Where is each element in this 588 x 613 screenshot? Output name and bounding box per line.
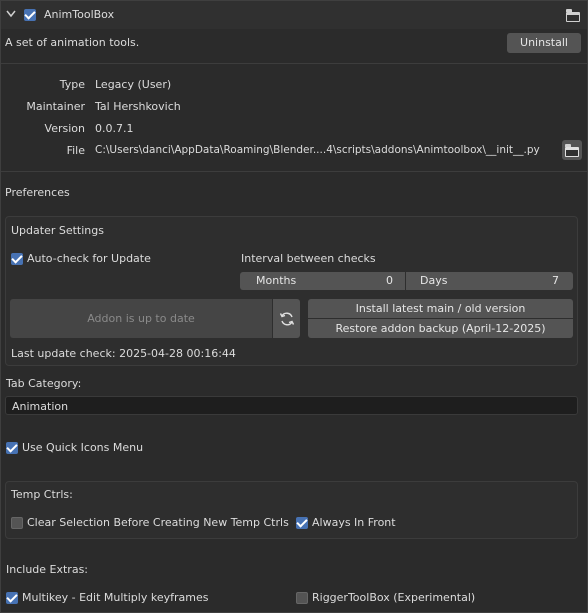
update-status-button: Addon is up to date: [10, 299, 272, 338]
tab-category-label: Tab Category:: [6, 377, 82, 390]
clear-selection-label[interactable]: Clear Selection Before Creating New Temp…: [27, 516, 289, 529]
preferences-heading: Preferences: [5, 186, 70, 199]
folder-icon[interactable]: [566, 9, 580, 22]
interval-label: Interval between checks: [241, 252, 376, 265]
check-now-button[interactable]: [273, 299, 300, 338]
uninstall-button[interactable]: Uninstall: [507, 33, 581, 53]
days-label: Days: [420, 274, 448, 287]
extras-title: Include Extras:: [6, 563, 89, 576]
type-value: Legacy (User): [95, 78, 172, 91]
file-path: C:\Users\danci\AppData\Roaming\Blender..…: [95, 144, 540, 156]
divider: [1, 171, 587, 172]
months-label: Months: [256, 274, 297, 287]
tab-category-input[interactable]: Animation: [5, 396, 578, 415]
open-file-button[interactable]: [562, 140, 582, 160]
auto-check-checkbox[interactable]: [11, 253, 23, 265]
folder-icon: [565, 144, 579, 157]
temp-ctrls-title: Temp Ctrls:: [11, 488, 73, 501]
version-label: Version: [44, 122, 85, 135]
updater-settings-box: [5, 216, 578, 366]
days-field[interactable]: Days 7: [406, 272, 573, 290]
always-in-front-label[interactable]: Always In Front: [312, 516, 396, 529]
months-value: 0: [386, 274, 393, 287]
install-version-button[interactable]: Install latest main / old version: [308, 299, 573, 318]
refresh-icon: [279, 312, 295, 326]
addon-enabled-checkbox[interactable]: [24, 9, 36, 21]
file-label: File: [66, 144, 85, 157]
addon-description: A set of animation tools.: [5, 36, 140, 49]
days-value: 7: [552, 274, 559, 287]
auto-check-label[interactable]: Auto-check for Update: [27, 252, 151, 265]
temp-ctrls-box: [5, 481, 578, 539]
rigger-toolbox-label[interactable]: RiggerToolBox (Experimental): [312, 591, 475, 604]
months-field[interactable]: Months 0: [240, 272, 405, 290]
multikey-checkbox[interactable]: [6, 592, 18, 604]
divider: [1, 63, 587, 64]
chevron-down-icon[interactable]: [6, 10, 16, 18]
restore-backup-button[interactable]: Restore addon backup (April-12-2025): [308, 319, 573, 338]
quick-icons-checkbox[interactable]: [6, 442, 18, 454]
maintainer-label: Maintainer: [26, 100, 85, 113]
rigger-toolbox-checkbox[interactable]: [296, 592, 308, 604]
clear-selection-checkbox[interactable]: [11, 517, 23, 529]
multikey-label[interactable]: Multikey - Edit Multiply keyframes: [22, 591, 208, 604]
last-update-check: Last update check: 2025-04-28 00:16:44: [11, 347, 236, 360]
type-label: Type: [59, 78, 85, 91]
addon-title: AnimToolBox: [44, 8, 115, 21]
always-in-front-checkbox[interactable]: [296, 517, 308, 529]
version-value: 0.0.7.1: [95, 122, 134, 135]
quick-icons-label[interactable]: Use Quick Icons Menu: [22, 441, 143, 454]
maintainer-value: Tal Hershkovich: [95, 100, 181, 113]
updater-title: Updater Settings: [11, 224, 104, 237]
